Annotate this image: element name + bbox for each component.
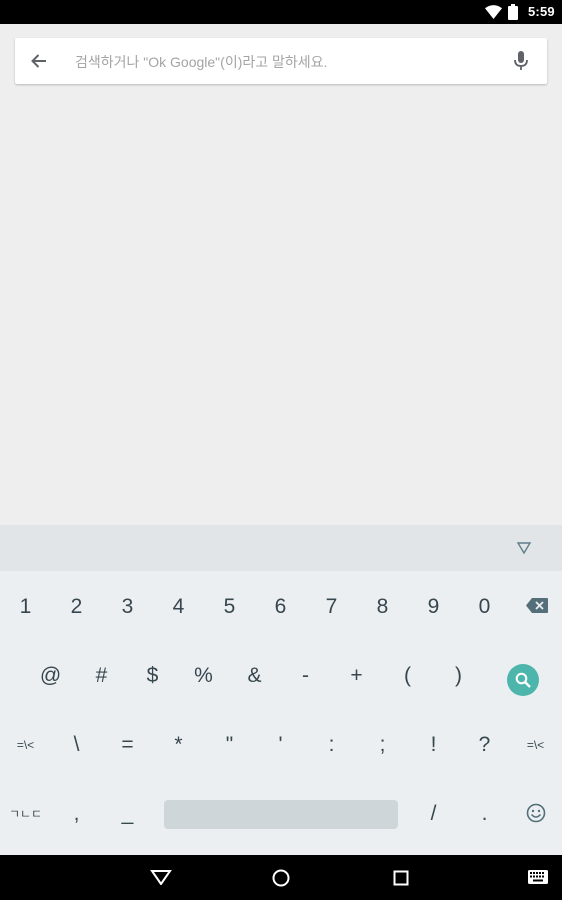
key-2[interactable]: 2	[51, 593, 102, 621]
key-backslash[interactable]: \	[51, 731, 102, 759]
key-single-quote[interactable]: '	[255, 731, 306, 759]
keyboard-icon[interactable]	[528, 870, 548, 884]
key-underscore[interactable]: _	[102, 800, 153, 828]
key-plus[interactable]: +	[331, 662, 382, 690]
key-dollar[interactable]: $	[127, 662, 178, 690]
key-8[interactable]: 8	[357, 593, 408, 621]
key-period[interactable]: .	[459, 800, 510, 828]
key-4[interactable]: 4	[153, 593, 204, 621]
key-0[interactable]: 0	[459, 593, 510, 621]
key-colon[interactable]: :	[306, 731, 357, 759]
key-5[interactable]: 5	[204, 593, 255, 621]
search-key[interactable]	[507, 664, 539, 696]
mic-icon[interactable]	[511, 50, 531, 72]
key-slash[interactable]: /	[408, 800, 459, 828]
search-input[interactable]: 검색하거나 "Ok Google"(이)라고 말하세요.	[75, 52, 327, 72]
key-korean-mode[interactable]: ㄱㄴㄷ	[0, 800, 51, 828]
key-9[interactable]: 9	[408, 593, 459, 621]
key-3[interactable]: 3	[102, 593, 153, 621]
key-more-symbols-left[interactable]: =\<	[0, 731, 51, 759]
key-exclamation[interactable]: !	[408, 731, 459, 759]
arrow-back-icon[interactable]	[29, 51, 49, 71]
key-7[interactable]: 7	[306, 593, 357, 621]
nav-back-icon[interactable]	[150, 869, 172, 885]
backspace-icon[interactable]	[526, 598, 548, 613]
status-time: 5:59	[528, 4, 555, 19]
triangle-down-icon[interactable]	[516, 541, 532, 555]
nav-home-icon[interactable]	[271, 868, 291, 888]
emoji-icon[interactable]	[526, 803, 546, 823]
key-at[interactable]: @	[25, 662, 76, 690]
battery-icon	[508, 4, 518, 20]
keyboard-suggestion-strip	[0, 525, 562, 571]
key-right-paren[interactable]: )	[433, 662, 484, 690]
space-bar[interactable]	[164, 800, 398, 829]
key-minus[interactable]: -	[280, 662, 331, 690]
nav-recents-icon[interactable]	[393, 870, 409, 886]
search-icon	[515, 672, 531, 688]
key-percent[interactable]: %	[178, 662, 229, 690]
status-bar: 5:59	[0, 0, 562, 24]
key-equals[interactable]: =	[102, 731, 153, 759]
navigation-bar	[0, 855, 562, 900]
key-left-paren[interactable]: (	[382, 662, 433, 690]
key-question[interactable]: ?	[459, 731, 510, 759]
key-hash[interactable]: #	[76, 662, 127, 690]
key-double-quote[interactable]: "	[204, 731, 255, 759]
key-asterisk[interactable]: *	[153, 731, 204, 759]
key-1[interactable]: 1	[0, 593, 51, 621]
search-bar[interactable]: 검색하거나 "Ok Google"(이)라고 말하세요.	[15, 38, 547, 84]
key-more-symbols-right[interactable]: =\<	[510, 731, 561, 759]
key-semicolon[interactable]: ;	[357, 731, 408, 759]
wifi-icon	[485, 5, 502, 19]
key-comma[interactable]: ,	[51, 800, 102, 828]
key-6[interactable]: 6	[255, 593, 306, 621]
symbol-keyboard: 1 2 3 4 5 6 7 8 9 0 @ # $ % & - + ( ) =\…	[0, 571, 562, 855]
key-ampersand[interactable]: &	[229, 662, 280, 690]
